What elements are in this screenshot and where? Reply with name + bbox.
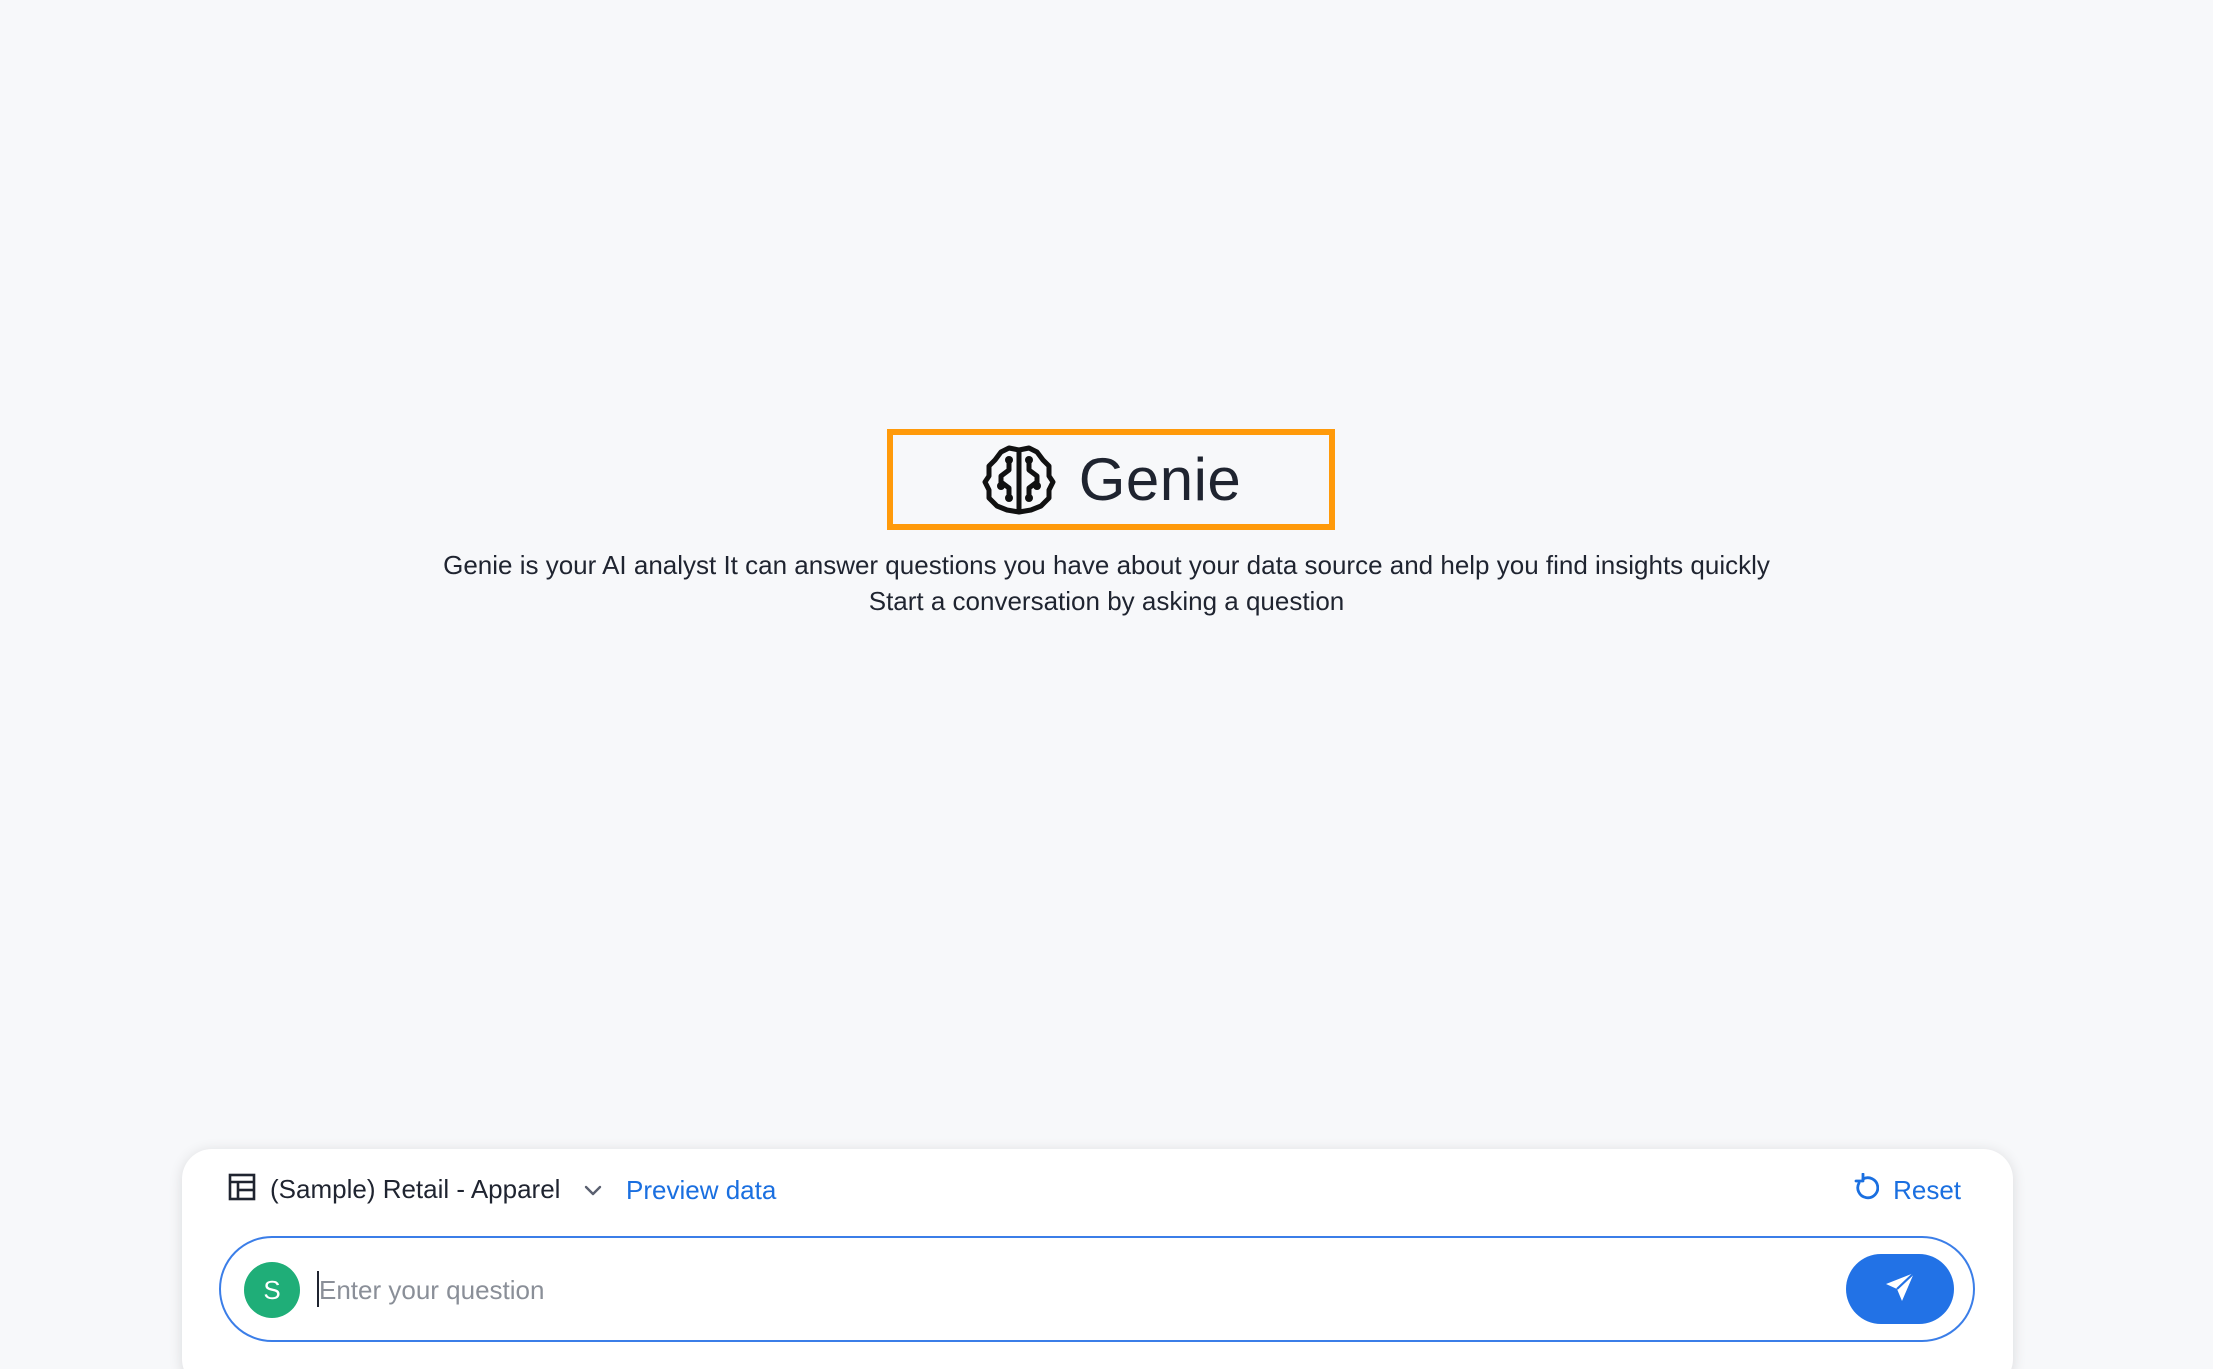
send-button[interactable] xyxy=(1846,1254,1954,1324)
table-icon xyxy=(228,1173,256,1206)
genie-brand-highlight: Genie xyxy=(887,429,1335,530)
question-input-container[interactable]: S xyxy=(219,1236,1975,1342)
preview-data-link[interactable]: Preview data xyxy=(626,1175,776,1206)
send-icon xyxy=(1883,1270,1917,1309)
data-source-label: (Sample) Retail - Apparel xyxy=(270,1174,561,1204)
genie-title: Genie xyxy=(1078,446,1242,513)
reset-label: Reset xyxy=(1893,1175,1961,1205)
genie-page: Genie Genie is your AI analyst It can an… xyxy=(0,0,2213,1369)
question-composer-panel: (Sample) Retail - Apparel Preview data R… xyxy=(182,1149,2013,1369)
genie-instruction: Start a conversation by asking a questio… xyxy=(868,586,1345,616)
brain-icon xyxy=(981,442,1057,518)
question-input[interactable] xyxy=(317,1264,1701,1316)
reset-button[interactable]: Reset xyxy=(1853,1172,1961,1208)
reset-icon xyxy=(1853,1172,1880,1208)
data-source-selector[interactable]: (Sample) Retail - Apparel xyxy=(228,1173,604,1206)
text-cursor xyxy=(317,1271,319,1307)
genie-description: Genie is your AI analyst It can answer q… xyxy=(443,550,1770,580)
composer-toolbar: (Sample) Retail - Apparel Preview data R… xyxy=(182,1149,2013,1231)
avatar: S xyxy=(244,1262,300,1318)
chevron-down-icon[interactable] xyxy=(582,1179,604,1201)
